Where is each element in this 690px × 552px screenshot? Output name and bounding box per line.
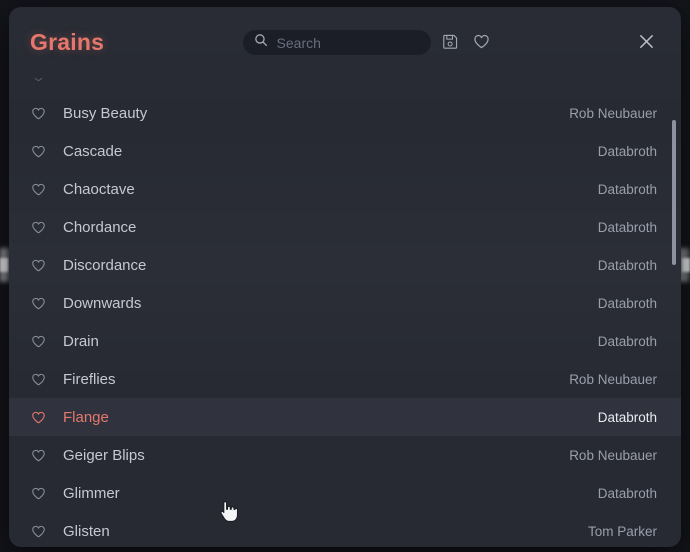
preset-row[interactable]: Flange Databroth <box>9 398 681 436</box>
preset-name: Flange <box>63 408 109 426</box>
preset-row[interactable]: Glisten Tom Parker <box>9 512 681 547</box>
preset-row[interactable]: Downwards Databroth <box>9 284 681 322</box>
app-root: Grains Search Busy Beauty Rob Neubauer C… <box>0 0 690 552</box>
scrollbar-track[interactable] <box>672 78 676 547</box>
close-button[interactable] <box>633 30 659 56</box>
heart-outline-icon[interactable] <box>30 105 47 122</box>
floppy-disk-save-icon <box>442 33 459 53</box>
preset-author: Databroth <box>597 409 657 425</box>
close-x-icon <box>638 33 655 53</box>
preset-row[interactable]: Chaoctave Databroth <box>9 170 681 208</box>
preset-browser-dialog: Grains Search Busy Beauty Rob Neubauer C… <box>9 7 681 547</box>
preset-row[interactable]: Busy Beauty Rob Neubauer <box>9 94 681 132</box>
preset-row[interactable]: Chordance Databroth <box>9 208 681 246</box>
preset-name: Geiger Blips <box>63 446 145 464</box>
scrollbar-thumb[interactable] <box>672 120 676 265</box>
preset-name: Drain <box>63 332 99 350</box>
preset-author: Databroth <box>597 295 657 311</box>
preset-author: Databroth <box>597 181 657 197</box>
preset-row[interactable]: Drain Databroth <box>9 322 681 360</box>
heart-outline-icon[interactable] <box>30 523 47 540</box>
preset-row[interactable]: Geiger Blips Rob Neubauer <box>9 436 681 474</box>
search-icon <box>254 33 268 52</box>
preset-list-viewport[interactable]: Busy Beauty Rob Neubauer Cascade Databroth C… <box>9 78 681 547</box>
dialog-header: Grains <box>9 7 681 78</box>
favorites-filter-button[interactable] <box>471 32 493 54</box>
backdrop-edge-left <box>0 258 8 272</box>
search-input[interactable] <box>276 34 420 51</box>
header-center-group <box>108 30 627 55</box>
preset-name: Glisten <box>63 522 110 540</box>
heart-outline-icon <box>472 32 491 54</box>
preset-author: Databroth <box>597 257 657 273</box>
heart-outline-icon[interactable] <box>30 219 47 236</box>
heart-outline-icon[interactable] <box>30 409 47 426</box>
preset-list: Busy Beauty Rob Neubauer Cascade Databroth C… <box>9 78 681 547</box>
preset-name: Busy Beauty <box>63 104 148 122</box>
page-title: Grains <box>30 29 105 55</box>
heart-outline-icon[interactable] <box>30 181 47 198</box>
heart-outline-icon[interactable] <box>30 447 47 464</box>
save-preset-button[interactable] <box>440 32 462 54</box>
preset-row[interactable]: Cascade Databroth <box>9 132 681 170</box>
preset-author: Rob Neubauer <box>569 447 657 463</box>
preset-author: Databroth <box>597 485 657 501</box>
preset-row[interactable]: Glimmer Databroth <box>9 474 681 512</box>
backdrop-edge-right <box>682 258 690 272</box>
heart-outline-icon[interactable] <box>30 295 47 312</box>
preset-name: Cascade <box>63 142 123 160</box>
preset-row[interactable]: Discordance Databroth <box>9 246 681 284</box>
preset-author: Databroth <box>597 143 657 159</box>
preset-author: Rob Neubauer <box>569 371 657 387</box>
preset-row[interactable]: Fireflies Rob Neubauer <box>9 360 681 398</box>
heart-outline-icon[interactable] <box>30 257 47 274</box>
preset-author: Tom Parker <box>587 523 657 539</box>
preset-name: Fireflies <box>63 370 116 388</box>
preset-row[interactable] <box>9 78 681 94</box>
preset-name: Chaoctave <box>63 180 135 198</box>
preset-name: Downwards <box>63 294 142 312</box>
preset-name: Chordance <box>63 218 137 236</box>
preset-author: Rob Neubauer <box>569 105 657 121</box>
preset-name: Discordance <box>63 256 147 274</box>
heart-outline-icon[interactable] <box>30 143 47 160</box>
heart-outline-icon[interactable] <box>30 78 47 84</box>
preset-name: Glimmer <box>63 484 120 502</box>
heart-outline-icon[interactable] <box>30 333 47 350</box>
preset-author: Databroth <box>597 333 657 349</box>
search-field[interactable] <box>242 30 431 55</box>
heart-outline-icon[interactable] <box>30 371 47 388</box>
heart-outline-icon[interactable] <box>30 485 47 502</box>
preset-author: Databroth <box>597 219 657 235</box>
